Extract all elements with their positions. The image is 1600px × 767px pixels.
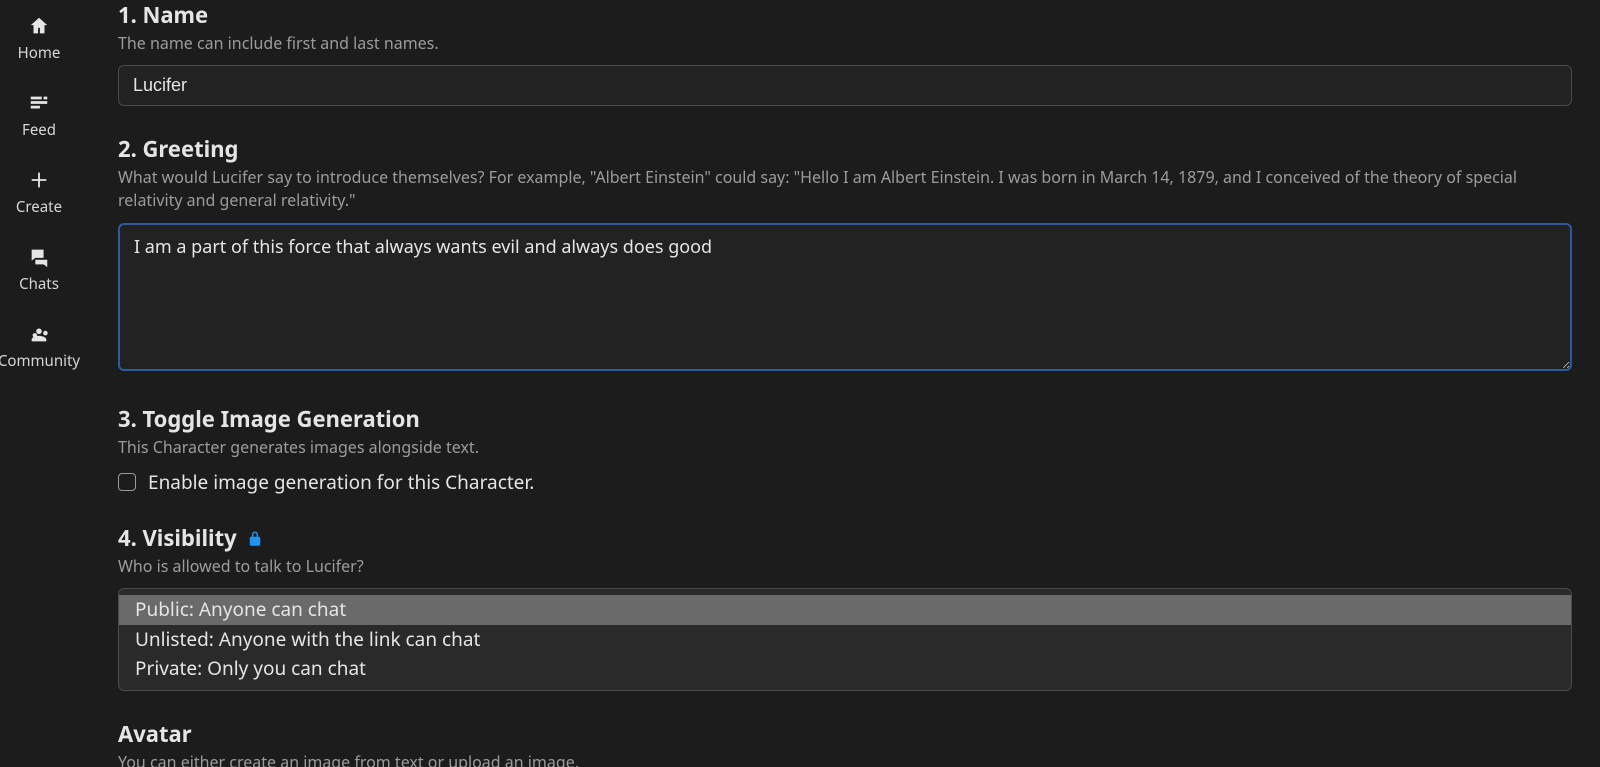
visibility-listbox[interactable]: Public: Anyone can chat Unlisted: Anyone…: [118, 588, 1572, 691]
name-title: 1. Name: [118, 0, 1572, 30]
name-input[interactable]: [118, 65, 1572, 106]
section-visibility: 4. Visibility Who is allowed to talk to …: [118, 523, 1572, 691]
sidebar-item-label: Community: [0, 351, 80, 371]
sidebar-item-label: Create: [16, 197, 62, 217]
main-content: 1. Name The name can include first and l…: [78, 0, 1600, 767]
greeting-textarea[interactable]: [118, 223, 1572, 371]
greeting-title: 2. Greeting: [118, 134, 1572, 164]
community-icon: [27, 322, 51, 346]
sidebar-item-create[interactable]: Create: [0, 158, 78, 235]
sidebar-item-feed[interactable]: Feed: [0, 81, 78, 158]
feed-icon: [27, 91, 51, 115]
sidebar-item-chats[interactable]: Chats: [0, 235, 78, 312]
section-greeting: 2. Greeting What would Lucifer say to in…: [118, 134, 1572, 375]
section-avatar: Avatar You can either create an image fr…: [118, 719, 1572, 767]
visibility-help: Who is allowed to talk to Lucifer?: [118, 555, 1572, 578]
sidebar-item-label: Feed: [22, 120, 56, 140]
image-gen-checkbox-row[interactable]: Enable image generation for this Charact…: [118, 469, 1572, 495]
plus-icon: [27, 168, 51, 192]
avatar-title: Avatar: [118, 719, 1572, 749]
lock-icon: [246, 530, 264, 548]
visibility-title-text: 4. Visibility: [118, 523, 237, 553]
section-name: 1. Name The name can include first and l…: [118, 0, 1572, 106]
image-gen-title: 3. Toggle Image Generation: [118, 404, 1572, 434]
greeting-help: What would Lucifer say to introduce them…: [118, 166, 1572, 212]
visibility-option-unlisted[interactable]: Unlisted: Anyone with the link can chat: [119, 625, 1571, 655]
visibility-option-private[interactable]: Private: Only you can chat: [119, 654, 1571, 684]
name-help: The name can include first and last name…: [118, 32, 1572, 55]
visibility-option-public[interactable]: Public: Anyone can chat: [119, 595, 1571, 625]
home-icon: [27, 14, 51, 38]
section-image-gen: 3. Toggle Image Generation This Characte…: [118, 404, 1572, 495]
sidebar-item-label: Chats: [19, 274, 59, 294]
image-gen-help: This Character generates images alongsid…: [118, 436, 1572, 459]
visibility-title: 4. Visibility: [118, 523, 1572, 553]
sidebar: Home Feed Create Chats Community: [0, 0, 78, 767]
sidebar-item-label: Home: [18, 43, 61, 63]
sidebar-item-home[interactable]: Home: [0, 4, 78, 81]
image-gen-checkbox-label: Enable image generation for this Charact…: [148, 469, 534, 495]
avatar-help: You can either create an image from text…: [118, 751, 1572, 767]
image-gen-checkbox[interactable]: [118, 473, 136, 491]
chats-icon: [27, 245, 51, 269]
sidebar-item-community[interactable]: Community: [0, 312, 78, 389]
